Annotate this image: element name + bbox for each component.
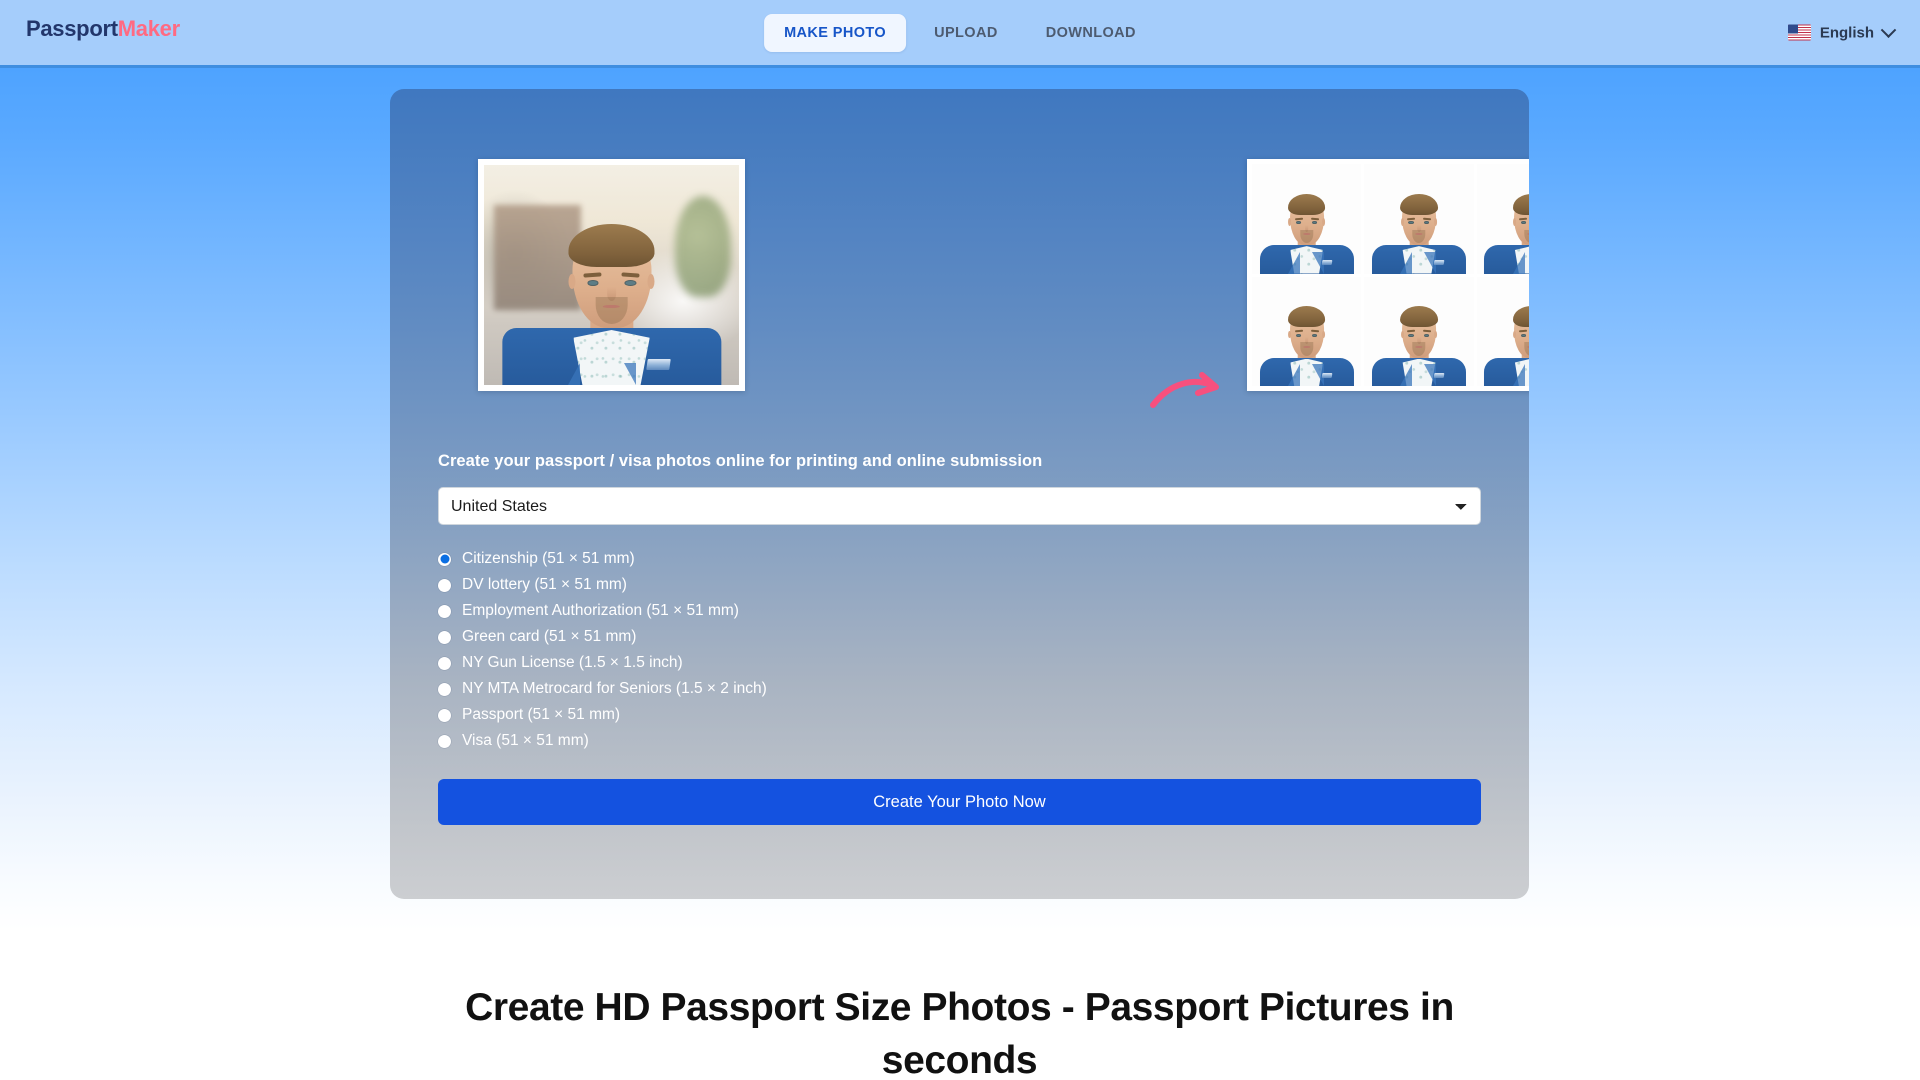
- document-type-citizenship[interactable]: Citizenship (51 × 51 mm): [438, 546, 1481, 572]
- radio-icon[interactable]: [438, 656, 451, 670]
- form-title: Create your passport / visa photos onlin…: [438, 452, 1043, 470]
- original-photo: [478, 159, 745, 391]
- nav-item-upload[interactable]: UPLOAD: [914, 14, 1018, 52]
- radio-icon[interactable]: [438, 734, 451, 748]
- passport-photo-sheet: [1247, 159, 1529, 391]
- document-type-label: Employment Authorization (51 × 51 mm): [462, 602, 739, 619]
- document-type-label: DV lottery (51 × 51 mm): [462, 576, 627, 593]
- page-root: PassportMaker MAKE PHOTO UPLOAD DOWNLOAD…: [0, 0, 1920, 1080]
- hero-card: +: [390, 89, 1529, 899]
- site-header: PassportMaker MAKE PHOTO UPLOAD DOWNLOAD…: [0, 0, 1920, 68]
- passport-photo-cell: [1364, 164, 1474, 274]
- document-type-label: Passport (51 × 51 mm): [462, 706, 621, 723]
- document-type-label: NY MTA Metrocard for Seniors (1.5 × 2 in…: [462, 680, 767, 697]
- radio-icon[interactable]: [438, 630, 451, 644]
- document-type-ny-gun-license[interactable]: NY Gun License (1.5 × 1.5 inch): [438, 650, 1481, 676]
- logo-text-primary: Passport: [26, 16, 118, 41]
- document-type-passport[interactable]: Passport (51 × 51 mm): [438, 702, 1481, 728]
- logo-text-secondary: Maker: [117, 16, 180, 41]
- radio-icon[interactable]: [438, 682, 451, 696]
- hero-media-row: +: [390, 159, 1529, 408]
- document-type-list: Citizenship (51 × 51 mm) DV lottery (51 …: [438, 546, 1481, 754]
- main-nav: MAKE PHOTO UPLOAD DOWNLOAD: [764, 13, 1156, 52]
- passport-photo-cell: [1252, 164, 1362, 274]
- radio-icon-selected[interactable]: [438, 552, 451, 566]
- us-flag-icon: [1787, 24, 1811, 41]
- document-type-label: Citizenship (51 × 51 mm): [462, 550, 635, 567]
- site-logo[interactable]: PassportMaker: [26, 16, 180, 42]
- passport-photo-cell: [1476, 164, 1529, 274]
- radio-icon[interactable]: [438, 708, 451, 722]
- radio-icon[interactable]: [438, 578, 451, 592]
- document-type-green-card[interactable]: Green card (51 × 51 mm): [438, 624, 1481, 650]
- document-type-label: Green card (51 × 51 mm): [462, 628, 637, 645]
- passport-photo-cell: [1252, 276, 1362, 386]
- language-selector[interactable]: English: [1787, 21, 1897, 41]
- document-type-label: Visa (51 × 51 mm): [462, 732, 589, 749]
- document-type-label: NY Gun License (1.5 × 1.5 inch): [462, 654, 683, 671]
- document-type-visa[interactable]: Visa (51 × 51 mm): [438, 728, 1481, 754]
- nav-item-make-photo[interactable]: MAKE PHOTO: [764, 13, 907, 52]
- chevron-down-icon: [1880, 21, 1897, 38]
- passport-photo-cell: [1476, 276, 1529, 386]
- radio-icon[interactable]: [438, 604, 451, 618]
- create-photo-button[interactable]: Create Your Photo Now: [438, 779, 1481, 825]
- pink-curved-arrow-icon: [1150, 372, 1219, 408]
- document-type-employment-authorization[interactable]: Employment Authorization (51 × 51 mm): [438, 598, 1481, 624]
- nav-item-download[interactable]: DOWNLOAD: [1026, 14, 1156, 52]
- page-section-heading: Create HD Passport Size Photos - Passpor…: [465, 986, 1454, 1080]
- passport-photo-cell: [1364, 276, 1474, 386]
- country-select[interactable]: United States: [438, 487, 1481, 525]
- document-type-ny-mta-metrocard[interactable]: NY MTA Metrocard for Seniors (1.5 × 2 in…: [438, 676, 1481, 702]
- photo-config-form: Create your passport / visa photos onlin…: [438, 452, 1481, 825]
- document-type-dv-lottery[interactable]: DV lottery (51 × 51 mm): [438, 572, 1481, 598]
- language-label: English: [1819, 24, 1874, 41]
